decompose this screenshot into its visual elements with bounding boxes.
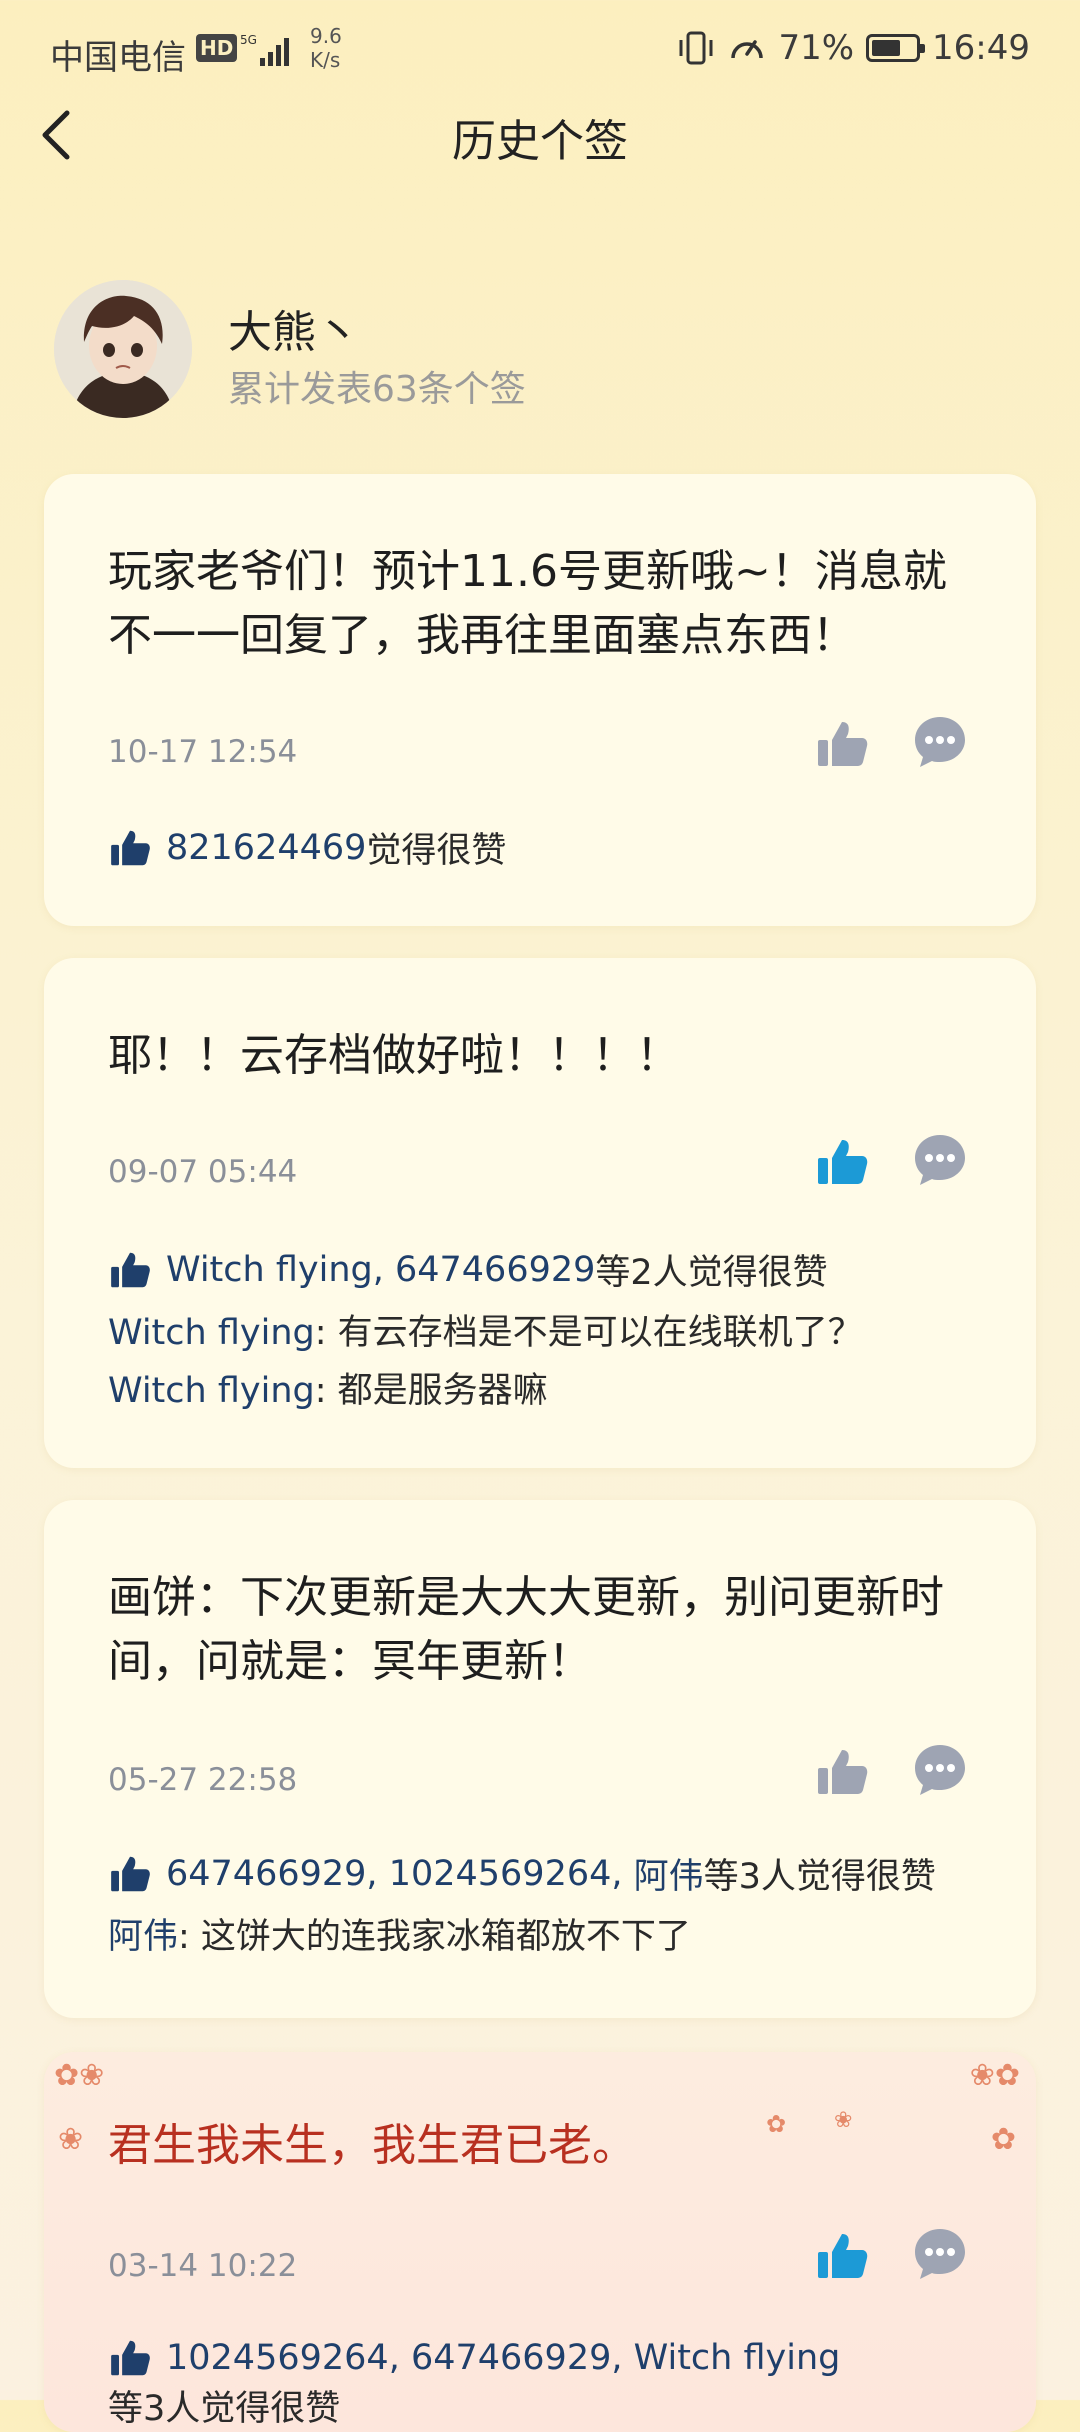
thumbs-up-icon: [818, 2234, 868, 2278]
clock: 16:49: [932, 28, 1030, 68]
post-card: 玩家老爷们！预计11.6号更新哦~！消息就不一一回复了，我再往里面塞点东西！ 1…: [44, 474, 1036, 926]
flower-decoration: ✿: [990, 2122, 1016, 2157]
username: 大熊丶: [228, 307, 360, 358]
post-card: 画饼：下次更新是大大大更新，别问更新时间，问就是：冥年更新！ 05-27 22:…: [44, 1500, 1036, 2018]
likes-suffix: 觉得很赞: [366, 831, 507, 871]
avatar[interactable]: [54, 280, 192, 418]
post-text: 君生我未生，我生君已老。: [108, 2120, 636, 2171]
post-time: 05-27 22:58: [108, 1762, 298, 1798]
thumbs-up-icon: [111, 1252, 150, 1287]
thumbs-up-icon: [111, 830, 150, 865]
comment-text: : 这饼大的连我家冰箱都放不下了: [178, 1917, 691, 1957]
battery-percent: 71%: [778, 28, 855, 68]
comment-button[interactable]: [912, 2226, 968, 2282]
likes-summary: 1024569264, 647466929, Witch flying 等3人觉…: [108, 2338, 841, 2429]
thumbs-up-icon: [818, 722, 868, 766]
liker-name[interactable]: 阿伟: [634, 1848, 704, 1899]
thumbs-up-icon: [111, 1856, 150, 1891]
flower-decoration: ❀: [58, 2122, 84, 2157]
liker-name[interactable]: Witch flying: [166, 1250, 373, 1290]
signal-icon: 5G: [240, 33, 289, 66]
svg-text:5G: 5G: [240, 33, 257, 47]
post-time: 03-14 10:22: [108, 2248, 298, 2284]
likes-summary: 821624469 觉得很赞: [108, 822, 996, 873]
liker-name[interactable]: 821624469: [166, 828, 366, 868]
post-text: 玩家老爷们！预计11.6号更新哦~！消息就不一一回复了，我再往里面塞点东西！: [108, 546, 947, 661]
post-time: 09-07 05:44: [108, 1154, 298, 1190]
comment-button[interactable]: [912, 1742, 968, 1798]
post-text: 画饼：下次更新是大大大更新，别问更新时间，问就是：冥年更新！: [108, 1572, 944, 1687]
like-button[interactable]: [814, 1744, 870, 1800]
post-time: 10-17 12:54: [108, 734, 298, 770]
hd-badge: HD: [196, 34, 238, 62]
thumbs-up-icon: [818, 1140, 868, 1184]
comment-item[interactable]: 阿伟: 这饼大的连我家冰箱都放不下了: [108, 1908, 996, 1959]
comment-icon: [915, 2229, 965, 2279]
flower-decoration: ❀✿: [969, 2058, 1020, 2093]
like-button[interactable]: [814, 1134, 870, 1190]
liker-name[interactable]: 1024569264: [166, 2338, 389, 2378]
vibrate-icon: [679, 31, 713, 65]
comment-icon: [915, 1745, 965, 1795]
comment-item[interactable]: Witch flying: 有云存档是不是可以在线联机了？: [108, 1304, 996, 1355]
thumbs-up-icon: [111, 2340, 150, 2376]
carrier-label: 中国电信: [50, 38, 186, 78]
status-bar: 中国电信 HD 5G 9.6 K/s 71% 16:49: [0, 0, 1080, 100]
post-text: 耶！！云存档做好啦！！！！: [108, 1030, 680, 1081]
post-count: 累计发表63条个签: [228, 369, 526, 410]
comment-author[interactable]: Witch flying: [108, 1371, 315, 1411]
liker-name[interactable]: 1024569264: [389, 1854, 612, 1894]
battery-icon: [866, 34, 926, 62]
comment-item[interactable]: Witch flying: 都是服务器嘛: [108, 1362, 996, 1413]
liker-name[interactable]: Witch flying: [634, 2338, 841, 2378]
likes-suffix: 等3人觉得很赞: [703, 1857, 936, 1897]
comment-text: : 都是服务器嘛: [314, 1371, 548, 1411]
page-title: 历史个签: [452, 116, 628, 167]
comment-icon: [915, 1135, 965, 1185]
comment-author[interactable]: Witch flying: [108, 1313, 315, 1353]
comment-author[interactable]: 阿伟: [108, 1917, 178, 1957]
thumbs-up-icon: [818, 1750, 868, 1794]
flower-decoration: ✿❀: [54, 2058, 105, 2093]
speedometer-icon: [731, 40, 764, 59]
likes-suffix: 等2人觉得很赞: [595, 1253, 828, 1293]
post-card: ✿❀ ❀ ❀✿ ✿ ✿ ❀ 君生我未生，我生君已老。 03-14 10:22 1…: [44, 2052, 1036, 2432]
likes-summary: Witch flying, 647466929 等2人觉得很赞: [108, 1244, 996, 1295]
post-card: 耶！！云存档做好啦！！！！ 09-07 05:44 Witch flying, …: [44, 958, 1036, 1468]
likes-suffix: 等3人觉得很赞: [108, 2389, 341, 2429]
liker-name[interactable]: 647466929: [395, 1250, 595, 1290]
comment-icon: [915, 717, 965, 767]
like-button[interactable]: [814, 716, 870, 772]
comment-button[interactable]: [912, 714, 968, 770]
network-speed: 9.6 K/s: [310, 24, 342, 72]
liker-name[interactable]: 647466929: [166, 1854, 366, 1894]
avatar-image: [54, 280, 192, 418]
like-button[interactable]: [814, 2228, 870, 2284]
comment-text: : 有云存档是不是可以在线联机了？: [314, 1313, 863, 1353]
likes-summary: 647466929, 1024569264, 阿伟 等3人觉得很赞: [108, 1848, 996, 1899]
comment-button[interactable]: [912, 1132, 968, 1188]
liker-name[interactable]: 647466929: [411, 2338, 611, 2378]
